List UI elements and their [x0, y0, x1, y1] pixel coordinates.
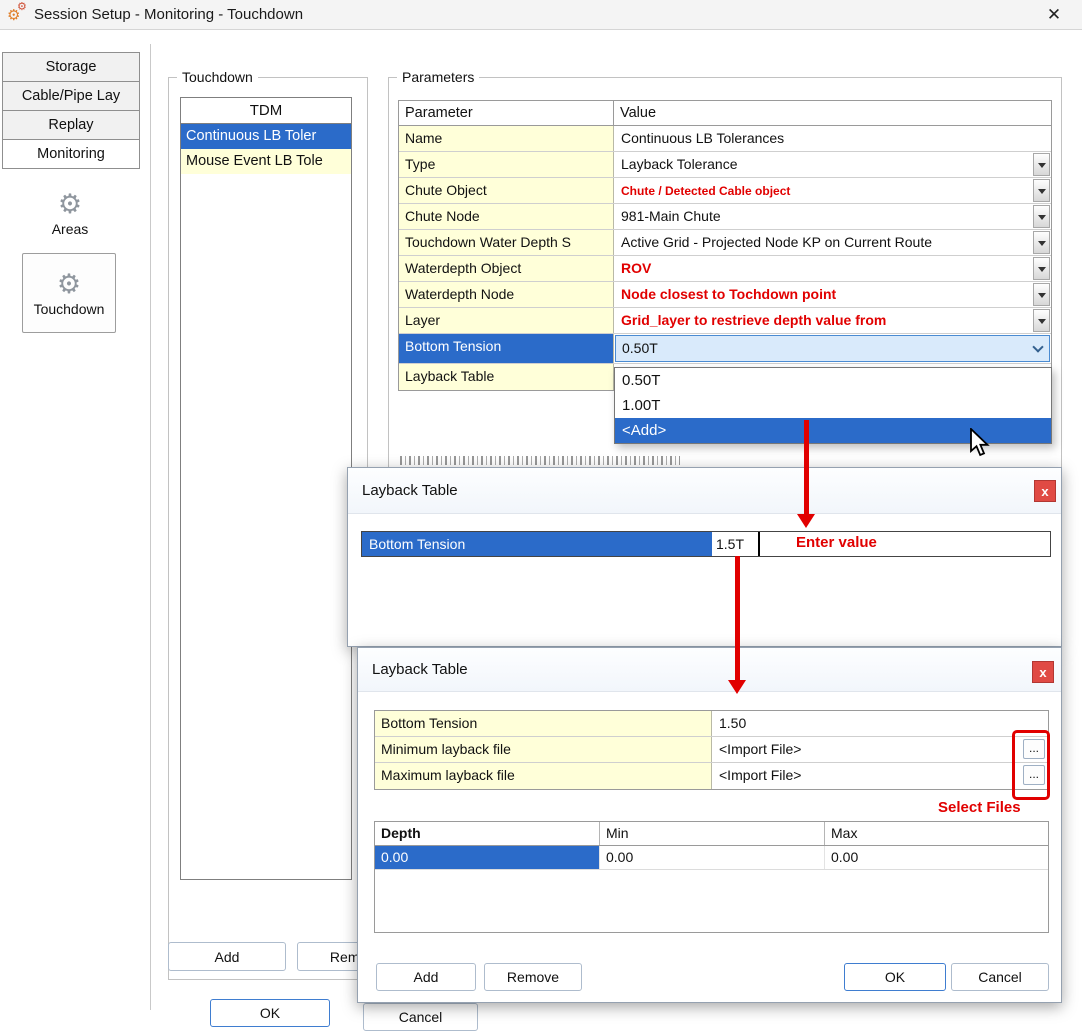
value-minimum-layback-file[interactable]: <Import File> ... [712, 737, 1048, 762]
sidebar-item-storage[interactable]: Storage [2, 52, 140, 82]
param-value-type[interactable]: Layback Tolerance [614, 152, 1051, 177]
select-files-annotation: Select Files [938, 799, 1021, 816]
param-row-chute-node[interactable]: Chute Node 981-Main Chute [399, 204, 1051, 230]
sidebar-separator [150, 44, 151, 1010]
main-cancel-button[interactable]: Cancel [363, 1003, 478, 1031]
sidebar-item-monitoring[interactable]: Monitoring [2, 139, 140, 169]
param-row-layer[interactable]: Layer Grid_layer to restrieve depth valu… [399, 308, 1051, 334]
mouse-cursor [968, 428, 996, 461]
param-value-bottom-tension: 0.50T [614, 334, 1051, 363]
column-header-min: Min [600, 822, 825, 845]
param-row-bottom-tension[interactable]: Bottom Tension 0.50T [399, 334, 1051, 364]
select-files-highlight-box [1012, 730, 1050, 800]
param-row-type[interactable]: Type Layback Tolerance [399, 152, 1051, 178]
param-value-waterdepth-object[interactable]: ROV [614, 256, 1051, 281]
tool-areas-label: Areas [52, 221, 89, 237]
tool-touchdown-label: Touchdown [34, 301, 105, 317]
dialog-titlebar: Layback Table [348, 468, 1061, 514]
cell-max[interactable]: 0.00 [825, 846, 1048, 869]
parameters-table: Parameter Value Name Continuous LB Toler… [398, 100, 1052, 391]
column-header-depth: Depth [375, 822, 600, 845]
param-value-name[interactable]: Continuous LB Tolerances [614, 126, 1051, 151]
dropdown-arrow-icon[interactable] [1033, 179, 1050, 202]
gears-icon: ⚙ ⚙ [7, 2, 33, 28]
gear-icon: ⚙ [58, 189, 82, 220]
dialog-cancel-button[interactable]: Cancel [951, 963, 1049, 991]
param-value-touchdown-water-depth[interactable]: Active Grid - Projected Node KP on Curre… [614, 230, 1051, 255]
tool-touchdown[interactable]: ⚙ Touchdown [22, 253, 116, 333]
layback-table-dialog-2: Layback Table x Bottom Tension 1.50 Mini… [357, 647, 1062, 1003]
layback-table-dialog-1: Layback Table x Bottom Tension 1.5T Ente… [347, 467, 1062, 647]
dialog-add-button[interactable]: Add [376, 963, 476, 991]
column-header-value: Value [614, 101, 1051, 125]
chevron-down-icon [1034, 343, 1042, 351]
window-close-icon[interactable]: ✕ [1036, 0, 1072, 30]
gear-icon: ⚙ [57, 269, 81, 300]
touchdown-groupbox: Touchdown TDM Continuous LB Toler Mouse … [168, 77, 368, 980]
dropdown-arrow-icon[interactable] [1033, 153, 1050, 176]
param-value-chute-object[interactable]: Chute / Detected Cable object [614, 178, 1051, 203]
row-minimum-layback-file[interactable]: Minimum layback file <Import File> ... [375, 737, 1048, 763]
list-item-mouse-event-lb-tolerances[interactable]: Mouse Event LB Tole [181, 149, 351, 174]
param-row-name[interactable]: Name Continuous LB Tolerances [399, 126, 1051, 152]
dropdown-arrow-icon[interactable] [1033, 283, 1050, 306]
touchdown-group-title: Touchdown [177, 69, 258, 85]
value-bottom-tension[interactable]: 1.50 [712, 711, 1048, 736]
grid-header: Depth Min Max [375, 822, 1048, 846]
parameters-table-header: Parameter Value [399, 101, 1051, 126]
row-maximum-layback-file[interactable]: Maximum layback file <Import File> ... [375, 763, 1048, 789]
window-titlebar: ⚙ ⚙ Session Setup - Monitoring - Touchdo… [0, 0, 1082, 30]
annotation-arrow-down [735, 556, 740, 682]
cell-min[interactable]: 0.00 [600, 846, 825, 869]
param-row-touchdown-water-depth[interactable]: Touchdown Water Depth S Active Grid - Pr… [399, 230, 1051, 256]
touchdown-add-button[interactable]: Add [168, 942, 286, 971]
dialog-close-button[interactable]: x [1032, 661, 1054, 683]
value-maximum-layback-file[interactable]: <Import File> ... [712, 763, 1048, 789]
sidebar-item-replay[interactable]: Replay [2, 110, 140, 140]
param-row-waterdepth-object[interactable]: Waterdepth Object ROV [399, 256, 1051, 282]
dialog-close-button[interactable]: x [1034, 480, 1056, 502]
dropdown-arrow-icon[interactable] [1033, 309, 1050, 332]
annotation-arrow-down [804, 420, 809, 516]
param-value-waterdepth-node[interactable]: Node closest to Tochdown point [614, 282, 1051, 307]
tdm-listbox: TDM Continuous LB Toler Mouse Event LB T… [180, 97, 352, 880]
row-bottom-tension[interactable]: Bottom Tension 1.50 [375, 711, 1048, 737]
list-item-continuous-lb-tolerances[interactable]: Continuous LB Toler [181, 124, 351, 149]
sidebar-item-cable-pipe-lay[interactable]: Cable/Pipe Lay [2, 81, 140, 111]
dialog-remove-button[interactable]: Remove [484, 963, 582, 991]
session-setup-window: ⚙ ⚙ Session Setup - Monitoring - Touchdo… [0, 0, 1082, 1034]
param-row-waterdepth-node[interactable]: Waterdepth Node Node closest to Tochdown… [399, 282, 1051, 308]
dropdown-option-0-50t[interactable]: 0.50T [615, 368, 1051, 393]
parameters-group-title: Parameters [397, 69, 479, 85]
dropdown-arrow-icon[interactable] [1033, 231, 1050, 254]
param-value-chute-node[interactable]: 981-Main Chute [614, 204, 1051, 229]
row-label: Bottom Tension [362, 532, 712, 556]
param-row-chute-object[interactable]: Chute Object Chute / Detected Cable obje… [399, 178, 1051, 204]
depth-min-max-grid: Depth Min Max 0.00 0.00 0.00 [374, 821, 1049, 933]
window-title: Session Setup - Monitoring - Touchdown [34, 6, 303, 23]
cell-depth[interactable]: 0.00 [375, 846, 600, 869]
tool-areas[interactable]: ⚙ Areas [26, 183, 114, 243]
dropdown-arrow-icon[interactable] [1033, 205, 1050, 228]
bottom-tension-edit-row: Bottom Tension 1.5T Enter value [361, 531, 1051, 557]
dialog-title: Layback Table [372, 661, 468, 678]
main-ok-button[interactable]: OK [210, 999, 330, 1027]
tdm-list-header: TDM [181, 98, 351, 124]
param-value-layer[interactable]: Grid_layer to restrieve depth value from [614, 308, 1051, 333]
bottom-tension-value-input[interactable]: 1.5T [712, 532, 758, 556]
annotation-arrowhead [728, 680, 746, 703]
layback-params-table: Bottom Tension 1.50 Minimum layback file… [374, 710, 1049, 790]
dropdown-arrow-icon[interactable] [1033, 257, 1050, 280]
bottom-tension-combobox[interactable]: 0.50T [615, 335, 1050, 362]
dialog-titlebar: Layback Table [358, 648, 1061, 692]
grid-row[interactable]: 0.00 0.00 0.00 [375, 846, 1048, 870]
dropdown-option-1-00t[interactable]: 1.00T [615, 393, 1051, 418]
dialog-ok-button[interactable]: OK [844, 963, 946, 991]
column-header-parameter: Parameter [399, 101, 614, 125]
column-header-max: Max [825, 822, 1048, 845]
annotation-arrowhead [797, 514, 815, 537]
dialog-title: Layback Table [362, 482, 458, 499]
obscured-text-fragment [400, 456, 680, 465]
